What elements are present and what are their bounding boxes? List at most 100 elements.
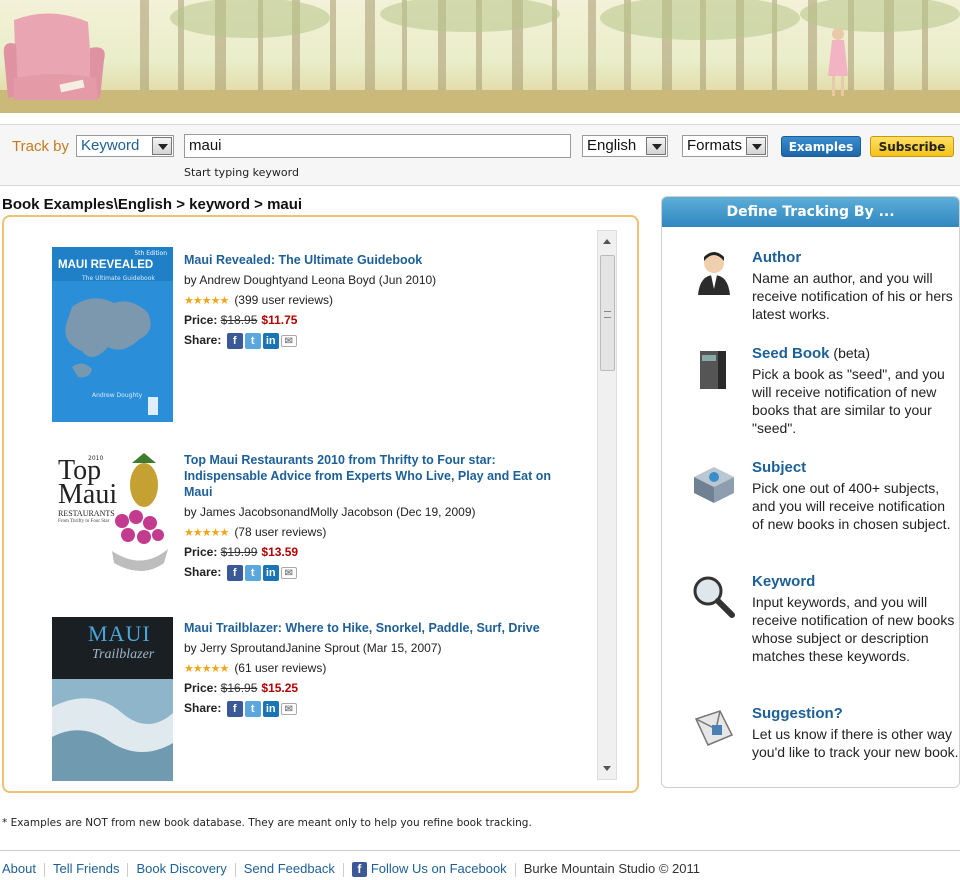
tracking-title[interactable]: Author bbox=[752, 249, 801, 266]
footer-link-book-discovery[interactable]: Book Discovery bbox=[136, 861, 226, 876]
old-price: $16.95 bbox=[220, 681, 258, 695]
chevron-down-icon[interactable] bbox=[152, 137, 172, 155]
facebook-icon[interactable]: f bbox=[226, 700, 243, 717]
email-icon[interactable]: ✉ bbox=[280, 566, 297, 579]
results-panel: 5th Edition MAUI REVEALED The Ultimate G… bbox=[2, 215, 639, 793]
footer: About Tell Friends Book Discovery Send Feed… bbox=[2, 861, 700, 878]
book-cover[interactable]: 5th Edition MAUI REVEALED The Ultimate G… bbox=[52, 247, 173, 422]
language-value: English bbox=[587, 137, 637, 154]
chevron-down-icon[interactable] bbox=[746, 137, 766, 155]
twitter-icon[interactable]: t bbox=[244, 564, 261, 581]
results-scrollbar[interactable] bbox=[597, 230, 617, 780]
formats-select[interactable]: Formats bbox=[682, 135, 768, 157]
book-info: Top Maui Restaurants 2010 from Thrifty t… bbox=[184, 452, 564, 581]
email-icon[interactable]: ✉ bbox=[280, 334, 297, 347]
footer-separator bbox=[43, 862, 45, 877]
share-row: Share: f t in ✉ bbox=[184, 700, 564, 717]
girl-illustration bbox=[828, 28, 848, 96]
cover-script: Trailblazer bbox=[92, 647, 155, 662]
header-banner bbox=[0, 0, 960, 113]
sidebar-heading: Define Tracking By ... bbox=[662, 197, 959, 227]
book-author: by Jerry SproutandJanine Sprout (Mar 15,… bbox=[184, 641, 442, 655]
magnifier-icon bbox=[693, 576, 735, 618]
email-icon[interactable]: ✉ bbox=[280, 702, 297, 715]
new-price: $15.25 bbox=[261, 681, 299, 695]
breadcrumb: Book Examples\English > keyword > maui bbox=[2, 196, 303, 213]
footer-divider bbox=[0, 850, 960, 851]
cover-tagline: From Thrifty to Four Star bbox=[58, 519, 110, 524]
rating-stars-icon: ★★★★★ bbox=[184, 662, 229, 675]
share-label: Share: bbox=[184, 701, 222, 715]
review-count[interactable]: (399 user reviews) bbox=[234, 293, 333, 307]
review-count[interactable]: (78 user reviews) bbox=[234, 525, 326, 539]
tracking-title[interactable]: Subject bbox=[752, 459, 806, 476]
forest-illustration bbox=[0, 0, 960, 113]
keyword-input[interactable]: maui bbox=[184, 134, 571, 158]
linkedin-icon[interactable]: in bbox=[262, 564, 279, 581]
facebook-icon[interactable]: f bbox=[351, 862, 367, 878]
book-rating: ★★★★★ (399 user reviews) bbox=[184, 292, 564, 308]
facebook-icon[interactable]: f bbox=[226, 332, 243, 349]
define-tracking-sidebar: Define Tracking By ... Author Name an au… bbox=[661, 196, 960, 788]
cover-author: Andrew Doughty bbox=[92, 392, 143, 399]
share-row: Share: f t in ✉ bbox=[184, 332, 564, 349]
tracking-title[interactable]: Keyword bbox=[752, 573, 815, 590]
disclaimer-text: * Examples are NOT from new book databas… bbox=[2, 817, 532, 829]
cover-restaurants: RESTAURANTS bbox=[58, 509, 115, 518]
cover-subtitle: The Ultimate Guidebook bbox=[82, 275, 155, 282]
book-title-link[interactable]: Top Maui Restaurants 2010 from Thrifty t… bbox=[184, 452, 564, 500]
copyright-text: Burke Mountain Studio © 2011 bbox=[523, 861, 700, 876]
book-info: Maui Revealed: The Ultimate Guidebook by… bbox=[184, 252, 564, 349]
subscribe-button[interactable]: Subscribe bbox=[870, 136, 954, 157]
scrollbar-thumb[interactable] bbox=[600, 255, 615, 371]
tracking-description: Let us know if there is other way you'd … bbox=[752, 726, 959, 760]
footer-link-facebook[interactable]: Follow Us on Facebook bbox=[371, 861, 507, 876]
new-price: $13.59 bbox=[261, 545, 299, 559]
book-rating: ★★★★★ (78 user reviews) bbox=[184, 524, 564, 540]
footer-separator bbox=[234, 862, 236, 877]
scroll-up-icon[interactable] bbox=[603, 239, 611, 244]
book-title-link[interactable]: Maui Revealed: The Ultimate Guidebook bbox=[184, 252, 564, 268]
new-price: $11.75 bbox=[261, 313, 298, 327]
twitter-icon[interactable]: t bbox=[244, 700, 261, 717]
scroll-down-icon[interactable] bbox=[603, 766, 611, 771]
rating-stars-icon: ★★★★★ bbox=[184, 294, 229, 307]
share-label: Share: bbox=[184, 565, 222, 579]
footer-link-tell-friends[interactable]: Tell Friends bbox=[53, 861, 119, 876]
twitter-icon[interactable]: t bbox=[244, 332, 261, 349]
book-item: 5th Edition MAUI REVEALED The Ultimate G… bbox=[4, 247, 594, 427]
cover-maui: Maui bbox=[58, 479, 118, 510]
footer-link-send-feedback[interactable]: Send Feedback bbox=[244, 861, 335, 876]
tracking-description: Pick a book as "seed", and you will rece… bbox=[752, 366, 945, 436]
examples-button[interactable]: Examples bbox=[781, 136, 861, 157]
book-item: MAUI Trailblazer Maui Trailblazer: Where… bbox=[4, 615, 594, 781]
linkedin-icon[interactable]: in bbox=[262, 332, 279, 349]
cover-title: MAUI REVEALED bbox=[58, 259, 154, 271]
book-price: Price: $19.99 $13.59 bbox=[184, 544, 564, 560]
price-label: Price: bbox=[184, 681, 218, 695]
footer-separator bbox=[342, 862, 344, 877]
track-by-label: Track by bbox=[12, 138, 69, 155]
subject-box-icon bbox=[694, 467, 734, 503]
tracking-description: Pick one out of 400+ subjects, and you w… bbox=[752, 480, 951, 532]
footer-separator bbox=[514, 862, 516, 877]
book-cover[interactable]: 2010 Top Maui RESTAURANTS From Thrifty t… bbox=[52, 451, 173, 593]
language-select[interactable]: English bbox=[582, 135, 668, 157]
book-cover[interactable]: MAUI Trailblazer bbox=[52, 617, 173, 781]
price-label: Price: bbox=[184, 313, 218, 327]
share-label: Share: bbox=[184, 333, 222, 347]
footer-link-about[interactable]: About bbox=[2, 861, 36, 876]
book-title-link[interactable]: Maui Trailblazer: Where to Hike, Snorkel… bbox=[184, 620, 564, 636]
linkedin-icon[interactable]: in bbox=[262, 700, 279, 717]
facebook-icon[interactable]: f bbox=[226, 564, 243, 581]
book-item: 2010 Top Maui RESTAURANTS From Thrifty t… bbox=[4, 447, 594, 595]
book-author: by James JacobsonandMolly Jacobson (Dec … bbox=[184, 505, 476, 519]
review-count[interactable]: (61 user reviews) bbox=[234, 661, 326, 675]
chevron-down-icon[interactable] bbox=[646, 137, 666, 155]
tracking-title[interactable]: Seed Book (beta) bbox=[752, 345, 870, 362]
track-by-select[interactable]: Keyword bbox=[76, 135, 174, 157]
book-price: Price: $18.95 $11.75 bbox=[184, 312, 564, 328]
tracking-title[interactable]: Suggestion? bbox=[752, 705, 843, 722]
footer-separator bbox=[127, 862, 129, 877]
cover-maui: MAUI bbox=[88, 621, 151, 646]
